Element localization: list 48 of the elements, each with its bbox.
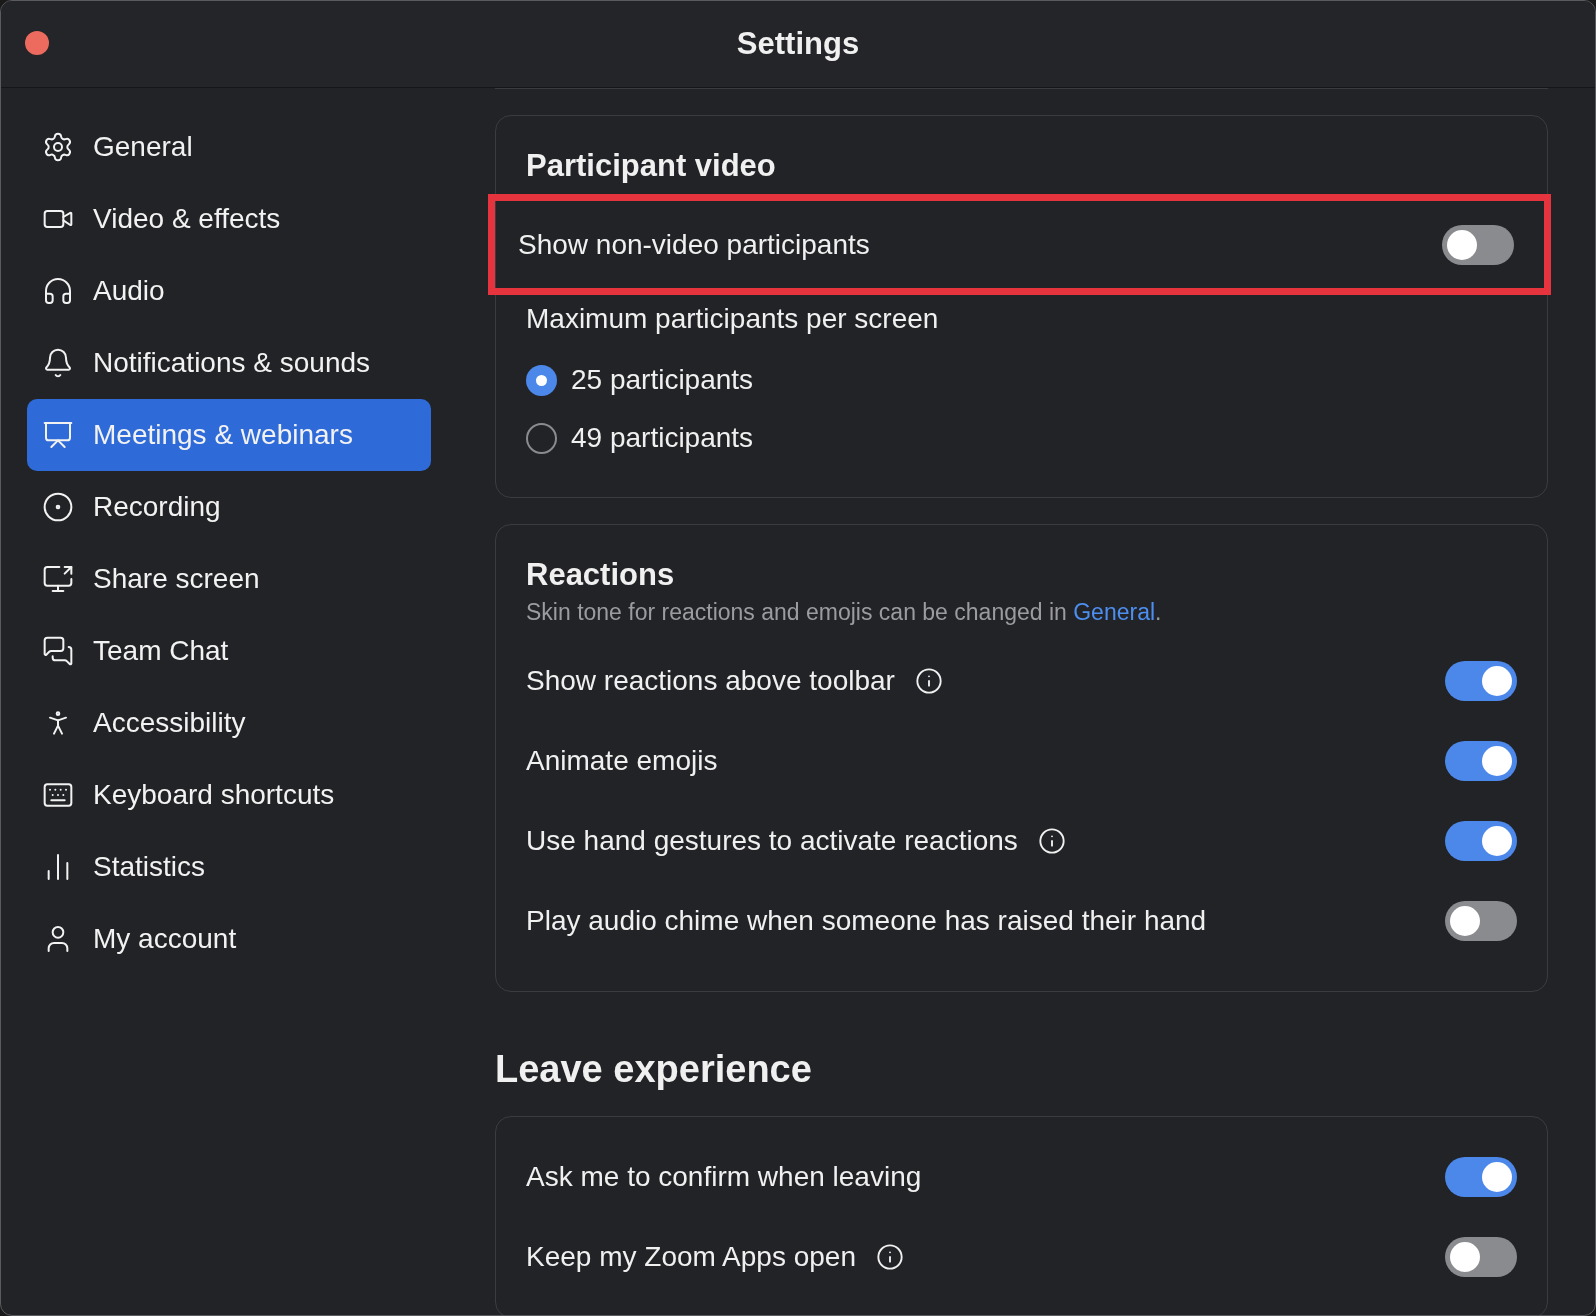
headphones-icon xyxy=(42,275,74,307)
sidebar-item[interactable]: Share screen xyxy=(27,543,431,615)
setting-label: Play audio chime when someone has raised their hand xyxy=(526,905,1207,937)
setting-label: Ask me to confirm when leaving xyxy=(526,1161,922,1193)
note-text: Skin tone for reactions and emojis can be changed in General. xyxy=(525,598,1163,627)
toggle-switch[interactable] xyxy=(1445,1237,1517,1277)
sidebar-item[interactable]: Statistics xyxy=(27,831,431,903)
sidebar-item[interactable]: Meetings & webinars xyxy=(27,399,431,471)
info-icon[interactable] xyxy=(876,1243,904,1271)
toggle-switch[interactable] xyxy=(1445,741,1517,781)
info-icon[interactable] xyxy=(1037,827,1066,855)
sidebar-item[interactable]: Recording xyxy=(27,471,431,543)
card-title: Participant video xyxy=(525,147,777,185)
toggle-switch[interactable] xyxy=(1445,661,1517,701)
close-button[interactable] xyxy=(25,31,49,55)
setting-label: Show reactions above toolbar xyxy=(526,665,895,697)
window-title: Settings xyxy=(736,26,860,62)
radio-label[interactable]: 25 participants xyxy=(571,364,754,396)
toggle-switch[interactable] xyxy=(1445,821,1517,861)
toggle-switch[interactable] xyxy=(1445,1157,1517,1197)
gear-icon xyxy=(42,131,74,163)
sidebar-item[interactable]: Accessibility xyxy=(27,687,431,759)
record-icon xyxy=(42,491,74,523)
info-icon[interactable] xyxy=(914,667,943,695)
sidebar-item[interactable]: Video & effects xyxy=(27,183,431,255)
bell-icon xyxy=(42,347,74,379)
screen-share-icon xyxy=(42,563,74,595)
setting-label: Use hand gestures to activate reactions xyxy=(526,825,1018,857)
radio-button[interactable] xyxy=(526,422,557,454)
presentation-icon xyxy=(42,419,74,451)
chat-bubbles-icon xyxy=(42,635,74,667)
toggle-switch[interactable] xyxy=(1445,901,1517,941)
section-heading: Leave experience xyxy=(495,1047,813,1092)
radio-label[interactable]: 49 participants xyxy=(571,422,754,454)
sidebar-item[interactable]: Notifications & sounds xyxy=(27,327,431,399)
setting-label: Animate emojis xyxy=(526,745,718,777)
radio-button[interactable] xyxy=(526,364,557,396)
general-link[interactable]: General xyxy=(1073,599,1156,625)
toggle-switch[interactable] xyxy=(1442,224,1514,265)
sidebar-item[interactable]: My account xyxy=(27,903,431,975)
sidebar-item[interactable]: Keyboard shortcuts xyxy=(27,759,431,831)
card-title: Reactions xyxy=(525,556,676,594)
sidebar-item[interactable]: Audio xyxy=(27,255,431,327)
sidebar-item[interactable]: General xyxy=(27,111,431,183)
setting-label: Maximum participants per screen xyxy=(526,302,940,336)
sidebar-item[interactable]: Team Chat xyxy=(27,615,431,687)
setting-label: Keep my Zoom Apps open xyxy=(526,1241,856,1273)
setting-label: Show non-video participants xyxy=(518,228,870,261)
